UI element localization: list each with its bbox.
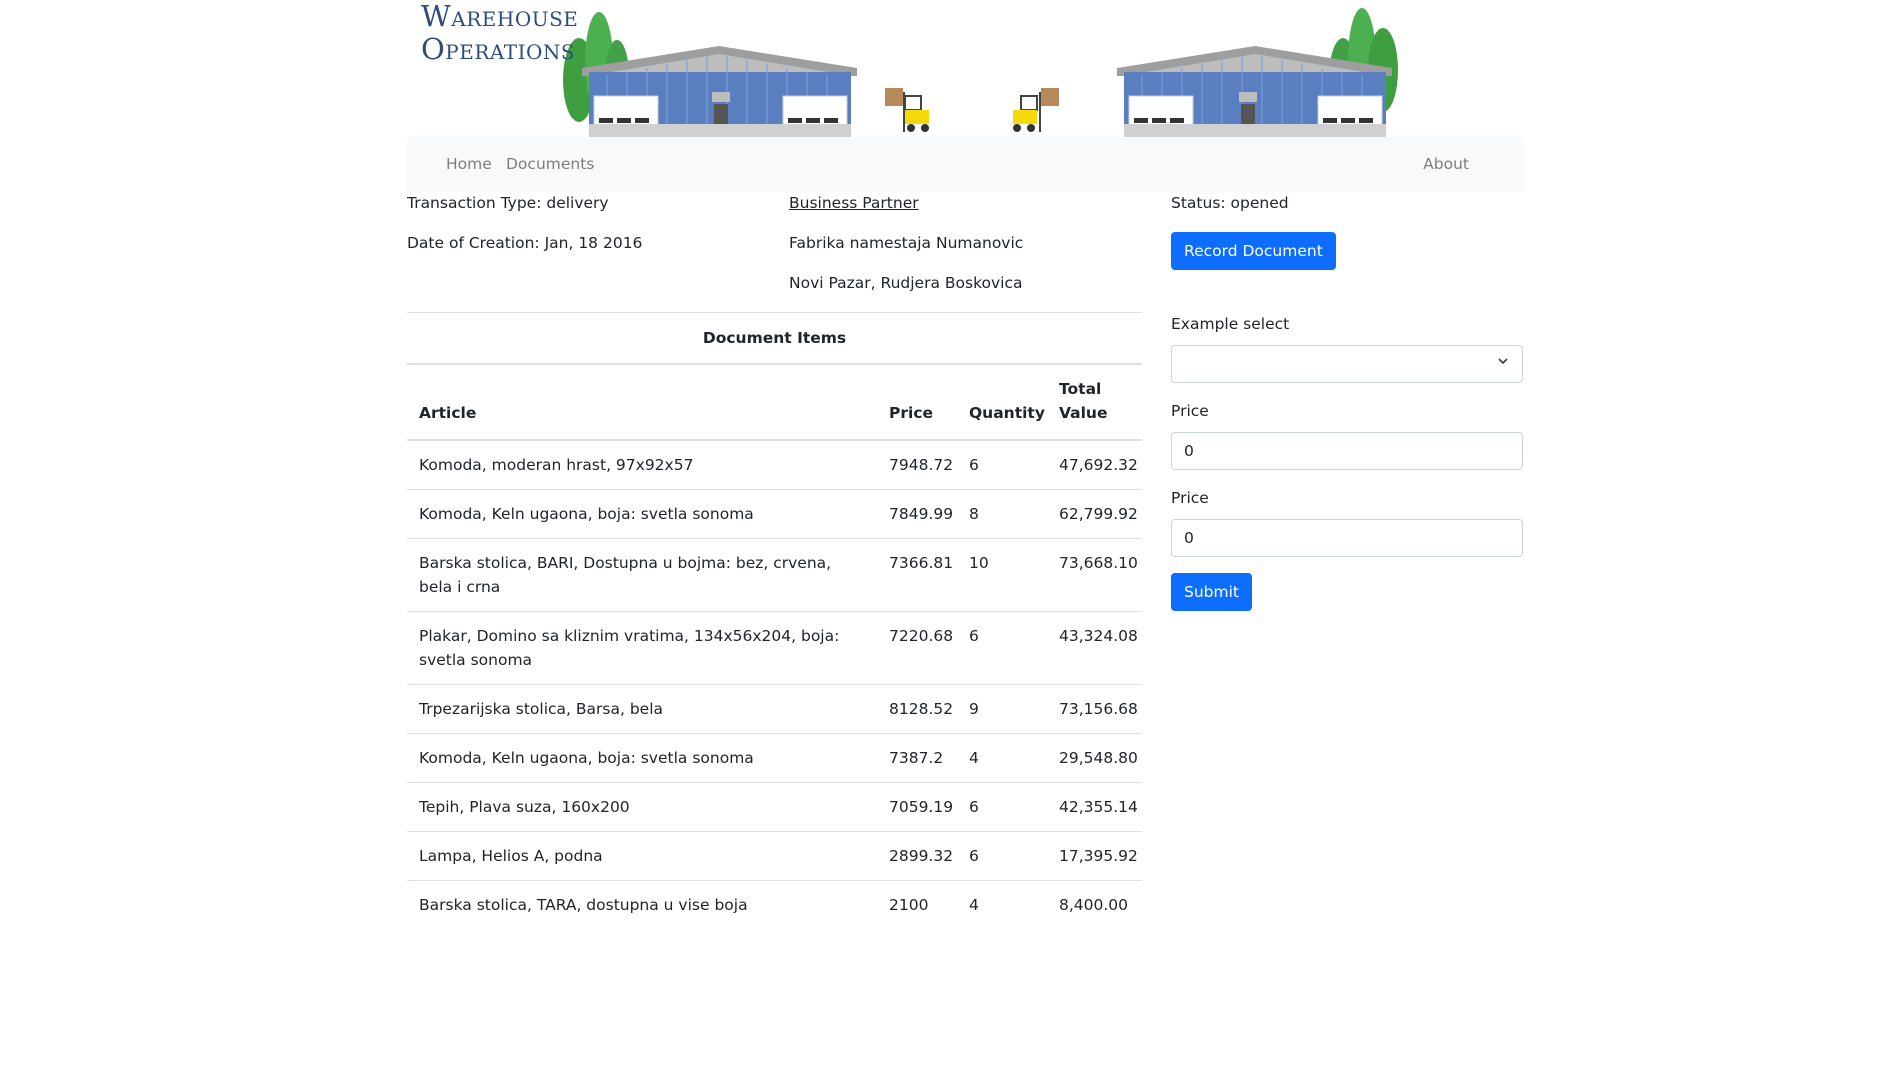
date-of-creation: Date of Creation: Jan, 18 2016 — [407, 234, 643, 252]
cell-quantity: 4 — [957, 733, 1047, 783]
cell-price: 7849.99 — [877, 489, 957, 539]
cell-quantity: 6 — [957, 440, 1047, 490]
cell-price: 7366.81 — [877, 538, 957, 612]
column-header-total-value: Total Value — [1047, 365, 1142, 441]
cell-total: 73,156.68 — [1047, 684, 1142, 734]
page-container: Warehouse Operations Home Documents Abou… — [407, 0, 1523, 1078]
cell-quantity: 8 — [957, 489, 1047, 539]
partner-name: Fabrika namestaja Numanovic — [789, 234, 1024, 252]
table-row: Plakar, Domino sa kliznim vratima, 134x5… — [407, 611, 1142, 685]
table-row: Barska stolica, BARI, Dostupna u bojma: … — [407, 538, 1142, 612]
example-select-label: Example select — [1171, 315, 1290, 333]
cell-total: 43,324.08 — [1047, 611, 1142, 685]
cell-article: Barska stolica, TARA, dostupna u vise bo… — [419, 896, 748, 914]
cell-price: 2899.32 — [877, 831, 957, 881]
business-partner-link[interactable]: Business Partner — [789, 194, 919, 212]
example-select[interactable] — [1171, 345, 1523, 383]
forklift-icon — [1013, 88, 1059, 132]
nav-documents-link[interactable]: Documents — [506, 155, 594, 173]
price-label-2: Price — [1171, 489, 1209, 507]
business-partner-label: Business Partner — [789, 194, 919, 212]
table-row: Komoda, moderan hrast, 97x92x57 7948.72 … — [407, 440, 1142, 490]
table-header-row: Article Price Quantity Total Value — [407, 365, 1142, 441]
cell-price: 7220.68 — [877, 611, 957, 685]
cell-article: Tepih, Plava suza, 160x200 — [407, 782, 877, 832]
price-label-1: Price — [1171, 402, 1209, 420]
nav-home-link[interactable]: Home — [446, 155, 492, 173]
cell-quantity: 4 — [969, 896, 979, 914]
cell-quantity: 6 — [957, 782, 1047, 832]
record-document-button[interactable]: Record Document — [1171, 232, 1336, 270]
cell-article: Barska stolica, BARI, Dostupna u bojma: … — [407, 538, 877, 612]
cell-article: Trpezarijska stolica, Barsa, bela — [407, 684, 877, 734]
cell-article: Komoda, Keln ugaona, boja: svetla sonoma — [407, 489, 877, 539]
table-row: Barska stolica, TARA, dostupna u vise bo… — [407, 881, 1142, 930]
document-status: Status: opened — [1171, 194, 1289, 212]
cell-total: 62,799.92 — [1047, 489, 1142, 539]
cell-quantity: 6 — [957, 611, 1047, 685]
forklift-icon — [885, 88, 929, 132]
cell-article: Komoda, Keln ugaona, boja: svetla sonoma — [407, 733, 877, 783]
cell-price: 7948.72 — [877, 440, 957, 490]
logo-line-1: Warehouse — [421, 0, 579, 33]
table-row: Komoda, Keln ugaona, boja: svetla sonoma… — [407, 733, 1142, 783]
cell-article: Komoda, moderan hrast, 97x92x57 — [407, 440, 877, 490]
navbar: Home Documents About — [407, 137, 1523, 192]
cell-price: 7059.19 — [877, 782, 957, 832]
price-input-1[interactable] — [1171, 432, 1523, 470]
partner-address: Novi Pazar, Rudjera Boskovica — [789, 274, 1023, 292]
example-select-wrapper — [1171, 345, 1523, 383]
table-row: Trpezarijska stolica, Barsa, bela 8128.5… — [407, 684, 1142, 734]
cell-quantity: 10 — [957, 538, 1047, 612]
document-items-title: Document Items — [407, 312, 1142, 365]
cell-price: 2100 — [889, 896, 929, 914]
cell-price: 7387.2 — [877, 733, 957, 783]
column-header-article: Article — [407, 365, 877, 441]
cell-article: Plakar, Domino sa kliznim vratima, 134x5… — [407, 611, 877, 685]
cell-total: 42,355.14 — [1047, 782, 1142, 832]
table-row: Komoda, Keln ugaona, boja: svetla sonoma… — [407, 489, 1142, 539]
cell-quantity: 9 — [957, 684, 1047, 734]
site-logo[interactable]: Warehouse Operations — [421, 0, 578, 66]
cell-total: 8,400.00 — [1059, 896, 1129, 914]
cell-total: 17,395.92 — [1047, 831, 1142, 881]
cell-total: 29,548.80 — [1047, 733, 1142, 783]
column-header-quantity: Quantity — [957, 365, 1047, 441]
transaction-type: Transaction Type: delivery — [407, 194, 609, 212]
table-row: Tepih, Plava suza, 160x200 7059.19 6 42,… — [407, 782, 1142, 832]
nav-about-link[interactable]: About — [1423, 155, 1469, 173]
header-banner: Warehouse Operations — [407, 0, 1523, 137]
column-header-price: Price — [877, 365, 957, 441]
submit-button[interactable]: Submit — [1171, 573, 1252, 611]
cell-total: 73,668.10 — [1047, 538, 1142, 612]
document-items-table: Article Price Quantity Total Value Komod… — [407, 365, 1142, 929]
cell-quantity: 6 — [957, 831, 1047, 881]
cell-article: Lampa, Helios A, podna — [407, 831, 877, 881]
document-items-section: Document Items Article Price Quantity To… — [407, 312, 1142, 929]
price-input-2[interactable] — [1171, 519, 1523, 557]
table-row: Lampa, Helios A, podna 2899.32 6 17,395.… — [407, 831, 1142, 881]
cell-total: 47,692.32 — [1047, 440, 1142, 490]
cell-price: 8128.52 — [877, 684, 957, 734]
logo-line-2: Operations — [421, 32, 576, 66]
